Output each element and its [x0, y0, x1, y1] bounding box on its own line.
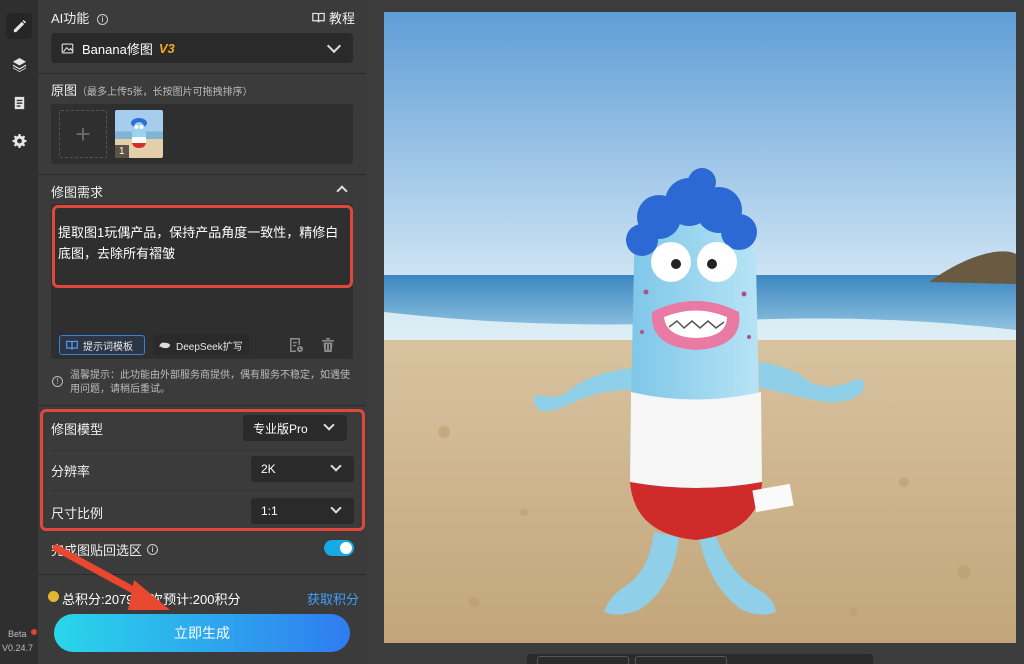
- generate-button[interactable]: 立即生成: [54, 614, 350, 652]
- book-icon: [66, 340, 78, 350]
- highlight-box-options: [40, 409, 365, 531]
- edit-icon[interactable]: [6, 13, 32, 39]
- model-select[interactable]: Banana修图 V3: [51, 33, 353, 63]
- preview-image[interactable]: [384, 12, 1016, 643]
- toolbar-segment[interactable]: [635, 656, 727, 664]
- orig-title: 原图（最多上传5张，长按图片可拖拽排序）: [51, 83, 253, 98]
- beta-label: Beta: [8, 629, 27, 639]
- gear-icon[interactable]: [6, 127, 32, 153]
- tip-text: 温馨提示：此功能由外部服务商提供，偶有服务不稳定，如遇使用问题，请稍后重试。: [70, 370, 350, 395]
- get-credits-link[interactable]: 获取积分: [307, 589, 359, 608]
- icon-rail: Beta V0.24.7: [0, 0, 38, 664]
- layers-icon[interactable]: [6, 51, 32, 77]
- info-icon: i: [96, 14, 108, 25]
- paste-back-toggle[interactable]: [324, 540, 354, 556]
- notification-dot: [31, 629, 37, 635]
- image-edit-icon: [61, 42, 74, 54]
- ai-function-title: AI功能 i: [51, 8, 108, 27]
- deepseek-expand-button[interactable]: DeepSeek扩写: [153, 335, 249, 355]
- tutorial-link[interactable]: 教程: [312, 8, 355, 27]
- chevron-up-icon[interactable]: [336, 185, 348, 197]
- upload-area: + 1: [51, 104, 353, 164]
- divider: [38, 174, 366, 175]
- add-image-button[interactable]: +: [59, 110, 107, 158]
- highlight-box-requirement: [52, 205, 353, 288]
- chevron-down-icon: [326, 38, 342, 54]
- annotation-arrow: [52, 544, 170, 610]
- image-thumbnail[interactable]: 1: [115, 110, 163, 158]
- trash-icon[interactable]: [320, 337, 336, 353]
- clipboard-icon[interactable]: [6, 89, 32, 115]
- model-version: V3: [158, 40, 175, 56]
- prompt-template-button[interactable]: 提示词模板: [59, 335, 145, 355]
- ai-panel: AI功能 i 教程 Banana修图 V3 原图（最多上传5张，长按图片可拖拽排…: [38, 0, 366, 664]
- toolbar-segment[interactable]: [737, 656, 857, 664]
- toolbar-segment[interactable]: [537, 656, 629, 664]
- model-name: Banana修图: [82, 41, 153, 57]
- divider: [38, 405, 366, 406]
- thumbnail-index: 1: [115, 145, 129, 158]
- beach-photo: [384, 12, 1016, 643]
- version-label: V0.24.7: [2, 643, 34, 653]
- book-icon: [312, 12, 325, 23]
- divider: [38, 73, 366, 74]
- whale-icon: [159, 342, 171, 349]
- warning-icon: !: [52, 376, 63, 387]
- req-title: 修图需求: [51, 185, 104, 200]
- history-icon[interactable]: [288, 337, 304, 353]
- bottom-toolbar: [527, 654, 873, 664]
- orig-hint: （最多上传5张，长按图片可拖拽排序）: [77, 87, 253, 98]
